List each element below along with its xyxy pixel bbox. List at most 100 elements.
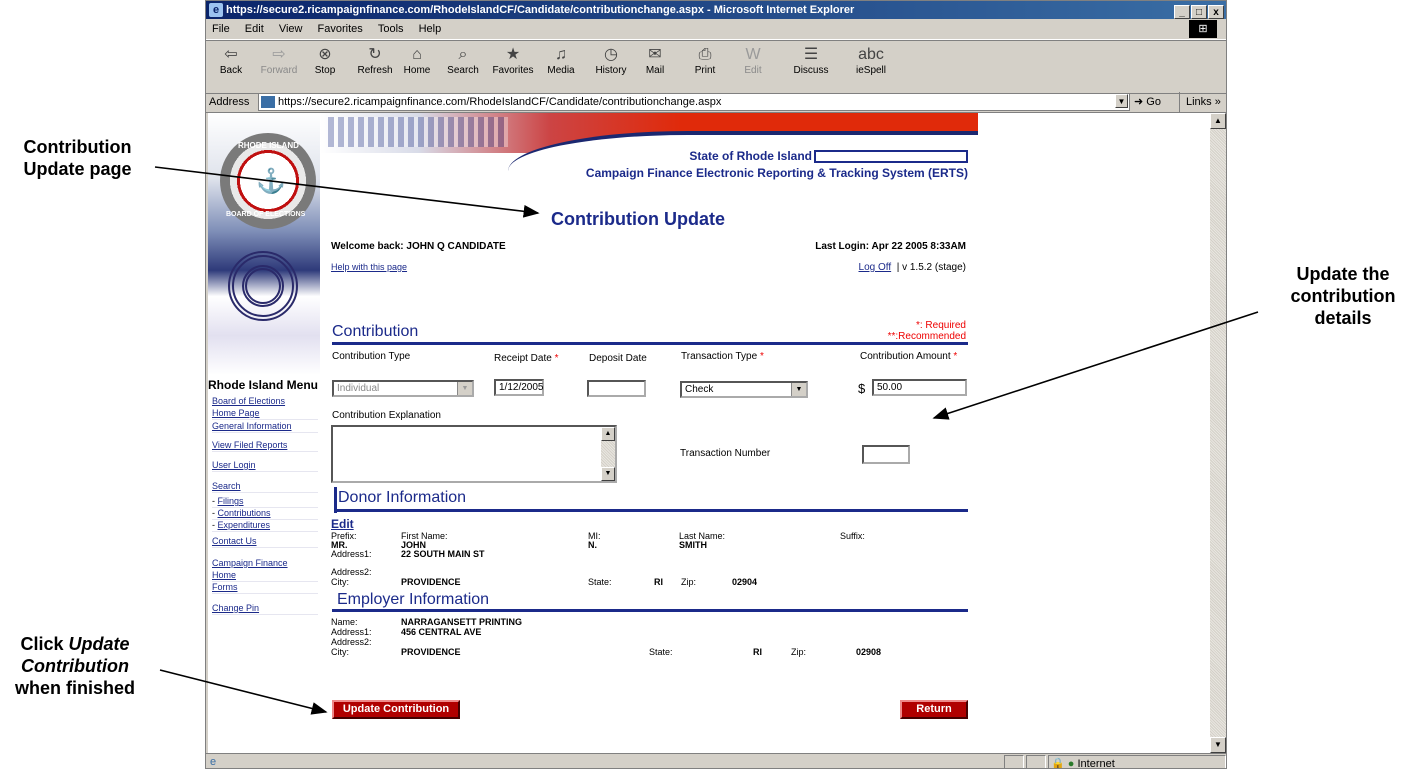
transaction-number-input[interactable] — [862, 445, 910, 464]
discuss-button[interactable]: ☰ Discuss — [786, 45, 836, 76]
menu-view[interactable]: View — [279, 23, 303, 35]
toolbar-label: ieSpell — [855, 65, 887, 76]
recommended-note-text: **:Recommended — [887, 331, 966, 342]
search-button[interactable]: ⌕ Search — [438, 45, 488, 76]
mail-button[interactable]: ✉ Mail — [630, 45, 680, 76]
sidebar-item-expenditures[interactable]: - Expenditures — [212, 519, 318, 532]
sidebar-item-search[interactable]: Search — [212, 480, 318, 493]
sidebar-item-link[interactable]: Contact Us — [212, 536, 257, 546]
sidebar-item-link[interactable]: Campaign Finance — [212, 558, 288, 568]
menu-help[interactable]: Help — [419, 23, 442, 35]
scroll-up-icon[interactable]: ▲ — [601, 427, 615, 441]
employer-name-label: Name: — [331, 617, 358, 627]
scroll-up-icon[interactable]: ▲ — [1210, 113, 1226, 129]
links-label: Links — [1186, 96, 1212, 108]
links-button[interactable]: Links » — [1179, 92, 1221, 112]
history-button[interactable]: ◷ History — [586, 45, 636, 76]
address-bar: Address https://secure2.ricampaignfinanc… — [206, 92, 1226, 113]
sidebar-item-link[interactable]: Search — [212, 481, 241, 491]
update-contribution-button[interactable]: Update Contribution — [332, 700, 460, 719]
sidebar-item-change-pin[interactable]: Change Pin — [212, 602, 318, 615]
callout-text: Contribution — [21, 656, 129, 676]
sidebar-item-general-information[interactable]: General Information — [212, 420, 318, 433]
contribution-amount-label: Contribution Amount * — [860, 351, 957, 362]
toolbar: ⇦ Back ⇨ Forward ⊗ Stop ↻ Refresh ⌂ Home ⌕ Search ★ F… — [206, 40, 1226, 94]
print-button[interactable]: ⎙ Print — [680, 45, 730, 76]
deposit-date-label: Deposit Date — [589, 353, 647, 364]
scroll-down-icon[interactable]: ▼ — [601, 467, 615, 481]
contribution-explanation-textarea[interactable]: ▲ ▼ — [331, 425, 617, 483]
zip-value: 02904 — [732, 577, 758, 587]
callout-text: when finished — [14, 678, 135, 698]
favorites-button[interactable]: ★ Favorites — [488, 45, 538, 76]
sidebar-item-link[interactable]: Contributions — [218, 508, 271, 518]
go-label: Go — [1146, 96, 1161, 108]
logoff-link[interactable]: Log Off — [859, 262, 892, 273]
callout-text: Click — [20, 634, 69, 654]
sidebar-item-link[interactable]: Change Pin — [212, 603, 259, 613]
contribution-type-select[interactable]: Individual ▼ — [332, 380, 474, 397]
stop-button[interactable]: ⊗ Stop — [300, 45, 350, 76]
print-icon: ⎙ — [698, 46, 712, 63]
required-note-text: *: Required — [915, 320, 966, 331]
sidebar-item-link[interactable]: Board of Elections — [212, 396, 285, 406]
edit-button[interactable]: W Edit — [728, 45, 778, 76]
required-star: * — [554, 353, 559, 364]
sidebar-item-link[interactable]: Forms — [212, 582, 238, 592]
sidebar-item-contact-us[interactable]: Contact Us — [212, 535, 318, 548]
textarea-scrollbar[interactable]: ▲ ▼ — [601, 427, 615, 481]
sidebar-item-user-login[interactable]: User Login — [212, 459, 318, 472]
address-dropdown-icon[interactable]: ▼ — [1115, 94, 1128, 108]
system-title: Campaign Finance Electronic Reporting & … — [585, 166, 968, 180]
callout-text: details — [1314, 308, 1372, 328]
iespell-button[interactable]: abc ieSpell — [846, 45, 896, 76]
menu-edit[interactable]: Edit — [245, 23, 264, 35]
maximize-button[interactable]: □ — [1191, 5, 1207, 19]
sidebar-item-link[interactable]: Home Page — [212, 408, 260, 418]
close-button[interactable]: x — [1208, 5, 1224, 19]
forward-button[interactable]: ⇨ Forward — [254, 45, 304, 76]
sidebar-item-campaign-finance[interactable]: Campaign Finance Home — [212, 557, 318, 582]
sidebar-item-link[interactable]: Home — [212, 570, 236, 580]
address-input[interactable]: https://secure2.ricampaignfinance.com/Rh… — [258, 93, 1130, 111]
contribution-amount-label-text: Contribution Amount — [860, 351, 951, 362]
zone-pane: 🔒 ● Internet — [1048, 755, 1226, 769]
version-text: | v 1.5.2 (stage) — [896, 262, 966, 273]
donor-heading: Donor Information — [338, 489, 467, 506]
return-button[interactable]: Return — [900, 700, 968, 719]
lock-icon: 🔒 — [1051, 758, 1065, 769]
minimize-button[interactable]: _ — [1174, 5, 1190, 19]
contribution-amount-input[interactable]: 50.00 — [872, 379, 967, 396]
menu-favorites[interactable]: Favorites — [318, 23, 363, 35]
menu-tools[interactable]: Tools — [378, 23, 404, 35]
toolbar-label: Forward — [260, 65, 298, 76]
transaction-number-label: Transaction Number — [680, 448, 771, 459]
currency-symbol: $ — [858, 381, 866, 396]
sidebar-item-link[interactable]: User Login — [212, 460, 256, 470]
deposit-date-input[interactable] — [587, 380, 646, 397]
sidebar-item-link[interactable]: General Information — [212, 421, 292, 431]
toolbar-label: Refresh — [357, 65, 393, 76]
page-scrollbar[interactable]: ▲ ▼ — [1210, 113, 1226, 753]
media-button[interactable]: ♫ Media — [536, 45, 586, 76]
windows-logo-icon: ⊞ — [1189, 20, 1217, 38]
home-button[interactable]: ⌂ Home — [392, 45, 442, 76]
callout-contribution-update-page: Contribution Update page — [5, 136, 150, 180]
edit-donor-link[interactable]: Edit — [331, 517, 354, 531]
back-button[interactable]: ⇦ Back — [206, 45, 256, 76]
receipt-date-input[interactable]: 1/12/2005 — [494, 379, 544, 396]
window-title: https://secure2.ricampaignfinance.com/Rh… — [226, 4, 855, 16]
scroll-down-icon[interactable]: ▼ — [1210, 737, 1226, 753]
sidebar-item-view-filed-reports[interactable]: View Filed Reports — [212, 439, 318, 452]
help-link[interactable]: Help with this page — [331, 262, 407, 272]
go-button[interactable]: ➜ Go — [1134, 92, 1161, 112]
stop-icon: ⊗ — [318, 46, 332, 63]
transaction-type-select[interactable]: Check ▼ — [680, 381, 808, 398]
sidebar-item-link[interactable]: Filings — [218, 496, 244, 506]
menu-file[interactable]: File — [212, 23, 230, 35]
sidebar-item-link[interactable]: Expenditures — [218, 520, 271, 530]
sidebar-item-board-of-elections[interactable]: Board of Elections Home Page — [212, 395, 318, 420]
sidebar-item-forms[interactable]: Forms — [212, 581, 318, 594]
sidebar-item-link[interactable]: View Filed Reports — [212, 440, 287, 450]
callout-text: Contribution — [0, 655, 150, 677]
